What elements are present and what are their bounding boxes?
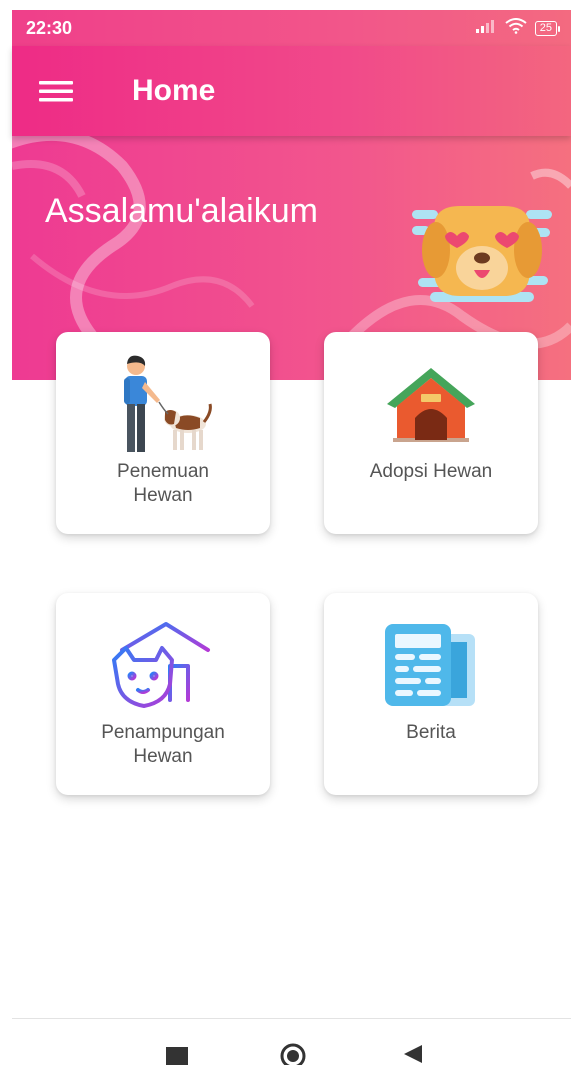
home-circle-icon[interactable] [280,1043,306,1070]
greeting-text: Assalamu'alaikum [45,192,318,230]
card-label-line-2: Hewan [133,485,193,506]
app-bar: Home [12,46,571,136]
card-label: Penampungan Hewan [91,721,235,769]
newspaper-icon [381,615,481,715]
signal-icon [475,18,497,39]
person-walking-dog-icon [108,354,218,454]
page-title: Home [132,74,216,107]
menu-card-berita[interactable]: Berita [324,593,538,795]
dog-house-icon [383,354,479,454]
card-label-line-1: Penampungan [101,722,225,743]
card-label: Penemuan Hewan [107,460,219,508]
dog-heart-eyes-icon [412,198,552,313]
menu-card-adopsi-hewan[interactable]: Adopsi Hewan [324,332,538,534]
menu-card-penemuan-hewan[interactable]: Penemuan Hewan [56,332,270,534]
system-nav-bar [12,1019,571,1069]
card-label: Berita [406,722,456,743]
hamburger-menu-icon[interactable] [24,46,88,136]
status-bar: 22:30 25 [12,10,571,46]
card-label: Adopsi Hewan [369,461,493,482]
card-label-line-2: Hewan [133,746,193,767]
status-icons: 25 [475,17,561,39]
battery-icon: 25 [534,20,561,36]
back-triangle-icon[interactable] [402,1045,422,1068]
card-label-line-1: Penemuan [117,461,209,482]
wifi-icon [505,17,527,39]
status-time: 22:30 [26,17,73,38]
animal-shelter-icon [108,615,218,715]
menu-card-penampungan-hewan[interactable]: Penampungan Hewan [56,593,270,795]
recent-apps-icon[interactable] [166,1047,188,1070]
